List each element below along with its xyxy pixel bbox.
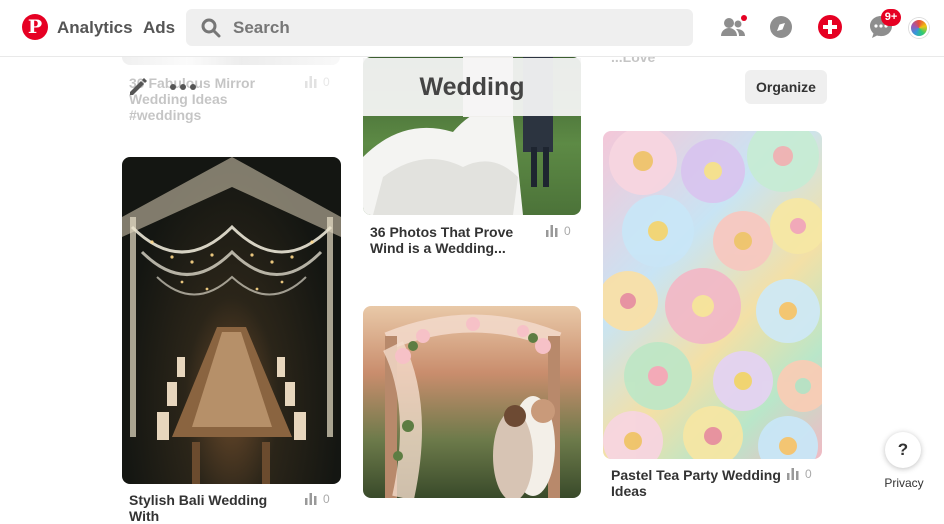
nav-ads-link[interactable]: Ads — [143, 18, 175, 38]
more-options-icon[interactable] — [170, 84, 196, 90]
help-button[interactable]: ? — [885, 432, 921, 468]
search-bar[interactable] — [186, 9, 693, 46]
notification-dot — [741, 15, 747, 21]
pin-stat-count: 0 — [323, 492, 330, 506]
nav-analytics-link[interactable]: Analytics — [57, 18, 133, 38]
pin-title-mirror-ideas[interactable]: 30 Fabulous Mirror Wedding Ideas #weddin… — [129, 75, 299, 123]
pin-title-wind-wedding[interactable]: 36 Photos That Prove Wind is a Wedding..… — [370, 224, 530, 256]
pin-title-bali-wedding[interactable]: Stylish Bali Wedding With — [129, 492, 299, 524]
bar-chart-icon — [546, 225, 558, 237]
board-title: Wedding — [363, 58, 581, 116]
paper-flowers-illustration — [603, 131, 822, 459]
bar-chart-icon — [787, 468, 799, 480]
pinterest-logo-letter: P — [27, 15, 43, 38]
bar-chart-icon — [305, 76, 317, 88]
pin-stat-wind-wedding: 0 — [546, 224, 571, 238]
pin-stat-bali-wedding: 0 — [305, 492, 330, 506]
edit-pencil-icon[interactable] — [127, 76, 149, 98]
pin-image-bali-wedding[interactable] — [122, 157, 341, 484]
pin-title-pastel-tea-party[interactable]: Pastel Tea Party Wedding Ideas — [611, 467, 781, 499]
create-pin-plus-icon[interactable] — [817, 14, 843, 40]
pin-image-pastel-flowers[interactable] — [603, 131, 822, 459]
bali-venue-illustration — [122, 157, 341, 484]
pin-stat-count: 0 — [323, 75, 330, 89]
pinterest-logo[interactable]: P — [22, 14, 48, 40]
messages-badge: 9+ — [881, 9, 901, 26]
floral-arch-illustration — [383, 314, 562, 498]
pin-image-floral-arch[interactable] — [363, 306, 581, 498]
bar-chart-icon — [305, 493, 317, 505]
pin-stat-count: 0 — [564, 224, 571, 238]
pin-stat-mirror-ideas: 0 — [305, 75, 330, 89]
compass-icon[interactable] — [768, 14, 794, 40]
avatar[interactable] — [909, 18, 929, 38]
pin-stat-pastel-tea-party: 0 — [787, 467, 812, 481]
search-icon — [201, 18, 221, 38]
pin-stat-count: 0 — [805, 467, 812, 481]
organize-button[interactable]: Organize — [745, 70, 827, 104]
search-input[interactable] — [233, 9, 673, 46]
privacy-link[interactable]: Privacy — [878, 474, 930, 493]
top-navigation-bar: P Analytics Ads 9+ — [0, 0, 944, 57]
